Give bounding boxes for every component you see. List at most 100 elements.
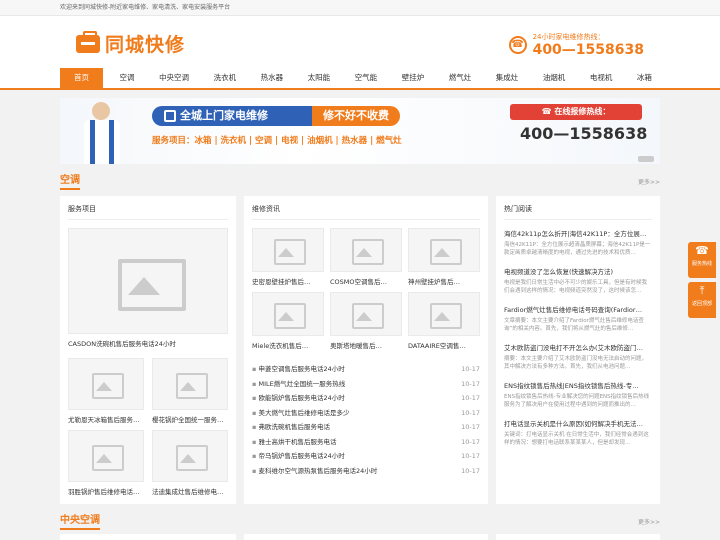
image-placeholder-icon: [330, 228, 402, 272]
hot-article-title: 艾木欧防盗门没电打不开怎么办(艾木欧防盗门…: [504, 344, 644, 352]
image-placeholder-icon: [252, 228, 324, 272]
news-title: MILE燃气灶全国统一服务热线: [252, 377, 442, 392]
image-placeholder-icon: [68, 430, 144, 482]
hot-article[interactable]: ENS指纹锁售后热线|ENS指纹锁售后热线-专… ENS指纹锁售后热线-专业解决…: [504, 380, 652, 409]
banner-tel-number: 400—1558638: [520, 124, 648, 143]
image-placeholder-icon: [330, 292, 402, 336]
nav-item-air-energy[interactable]: 空气能: [347, 68, 386, 88]
hot-article-desc: ENS指纹锁售后热线-专业解决您的问题ENS指纹锁售后热线服务为了解决用户在使用…: [504, 394, 650, 408]
service-item[interactable]: 法迪集成灶售后维修电…: [152, 430, 228, 496]
hot-article[interactable]: 海信42k11p怎么折开|海信42K11P：全方位展… 海信42K11P：全方位…: [504, 228, 652, 257]
section-central-aircon-header: 中央空调 更多>>: [60, 512, 660, 530]
hot-article[interactable]: Fardior燃气灶售后维修电话号码查询(Fardior… 文章摘要：本文主要介…: [504, 304, 652, 333]
main-nav: 首页 空调 中央空调 洗衣机 热水器 太阳能 空气能 壁挂炉 燃气灶 集成灶 油…: [0, 68, 720, 90]
news-card-caption: DATAAIRE空调售…: [408, 342, 466, 350]
image-placeholder-icon: [68, 358, 144, 410]
service-item-caption: 樱花锅炉全国统一服务…: [152, 416, 224, 424]
news-title: 弗欧洗碗机售后服务电话: [252, 420, 442, 435]
banner-services: 服务项目：冰箱 | 洗衣机 | 空调 | 电视 | 油烟机 | 热水器 | 燃气…: [152, 136, 402, 146]
nav-item-fridge[interactable]: 冰箱: [629, 68, 660, 88]
site-logo[interactable]: 同城快修: [76, 30, 185, 57]
news-date: 10-17: [461, 365, 480, 373]
hot-article[interactable]: 电视频道没了怎么恢复(快速解决方法) 电视是我们日常生活中必不可少的娱乐工具，但…: [504, 266, 652, 295]
nav-item-gas-stove[interactable]: 燃气灶: [441, 68, 480, 88]
list-item[interactable]: 弗欧洗碗机售后服务电话 10-17: [252, 420, 480, 435]
floating-sidebar: ☎ 服务热线 ⤒ 返回顶部: [688, 242, 716, 322]
hot-article-title: 打电话显示关机是什么原因(如何解决手机无法…: [504, 420, 644, 428]
list-item[interactable]: MILE燃气灶全国统一服务热线 10-17: [252, 377, 480, 392]
more-link[interactable]: 更多>>: [638, 517, 660, 530]
news-card[interactable]: 奥斯塔地暖售后…: [330, 292, 402, 350]
news-card-caption: 神州壁挂炉售后…: [408, 278, 460, 286]
news-card[interactable]: DATAAIRE空调售…: [408, 292, 480, 350]
section-aircon-content: 服务项目 CASDON洗碗机售后服务电话24小时 尤勒恩天冰箱售后服务… 樱花锅…: [60, 196, 660, 504]
house-icon: [164, 110, 176, 122]
image-placeholder-icon: [252, 292, 324, 336]
section-aircon-header: 空调 更多>>: [60, 164, 660, 190]
hot-reading-panel: 热门阅读 海信42k11p怎么折开|海信42K11P：全方位展… 海信42K11…: [496, 196, 660, 504]
news-title: 麦科维尔空气源热泵售后服务电话24小时: [252, 464, 442, 479]
news-card[interactable]: Miele洗衣机售后…: [252, 292, 324, 350]
repair-news-panel: 维修资讯 史密恩壁挂炉售后… COSMO空调售后… 神州壁挂炉售后… Miele…: [244, 196, 488, 504]
service-item-caption: 尤勒恩天冰箱售后服务…: [68, 416, 140, 424]
list-item[interactable]: 欧能锅炉售后服务电话24小时 10-17: [252, 391, 480, 406]
news-title: 美大燃气灶售后维修电话是多少: [252, 406, 442, 421]
hotline-float-button[interactable]: ☎ 服务热线: [688, 242, 716, 278]
image-placeholder-icon: [408, 292, 480, 336]
list-item[interactable]: 雅士高烘干机售后服务电话 10-17: [252, 435, 480, 450]
hot-article-desc: 文章摘要：本文主要介绍了Fardior燃气灶售后维修电话查询”的相关内容。首先，…: [504, 318, 644, 332]
news-card[interactable]: 史密恩壁挂炉售后…: [252, 228, 324, 286]
list-item[interactable]: 麦科维尔空气源热泵售后服务电话24小时 10-17: [252, 464, 480, 479]
list-item[interactable]: 美大燃气灶售后维修电话是多少 10-17: [252, 406, 480, 421]
list-item[interactable]: 申菱空调售后服务电话24小时 10-17: [252, 362, 480, 377]
image-placeholder-icon: [408, 228, 480, 272]
nav-item-home[interactable]: 首页: [60, 68, 103, 88]
news-card[interactable]: COSMO空调售后…: [330, 228, 402, 286]
hot-article-desc: 电视是我们日常生活中必不可少的娱乐工具，但是有时候我们会遇到这样的情况：电视频道…: [504, 280, 648, 294]
nav-item-aircon[interactable]: 空调: [112, 68, 143, 88]
nav-item-integrated-stove[interactable]: 集成灶: [488, 68, 527, 88]
nav-item-central-aircon[interactable]: 中央空调: [151, 68, 197, 88]
news-card-caption: 史密恩壁挂炉售后…: [252, 278, 311, 286]
logo-text: 同城快修: [105, 34, 186, 56]
hot-article[interactable]: 艾木欧防盗门没电打不开怎么办(艾木欧防盗门… 摘要：本文主要介绍了艾木欧防盗门没…: [504, 342, 652, 371]
news-card-caption: Miele洗衣机售后…: [252, 342, 309, 350]
news-date: 10-17: [461, 379, 480, 388]
hot-article-title: 电视频道没了怎么恢复(快速解决方法): [504, 268, 614, 276]
banner-pager[interactable]: [638, 156, 654, 162]
panel-title: 热门阅读: [504, 204, 652, 220]
phone-icon: ☎: [508, 36, 527, 54]
hot-article[interactable]: 打电话显示关机是什么原因(如何解决手机无法… 关键词：打电话显示关机 在日常生活…: [504, 418, 652, 447]
float-label: 服务热线: [691, 261, 712, 267]
banner-title: 全城上门家电维修: [152, 106, 312, 126]
hot-article-title: Fardior燃气灶售后维修电话号码查询(Fardior…: [504, 306, 643, 314]
news-card-caption: 奥斯塔地暖售后…: [330, 342, 382, 350]
news-card[interactable]: 神州壁挂炉售后…: [408, 228, 480, 286]
more-link[interactable]: 更多>>: [638, 177, 660, 190]
news-date: 10-17: [461, 423, 480, 431]
nav-item-range-hood[interactable]: 油烟机: [535, 68, 574, 88]
promo-banner[interactable]: 全城上门家电维修 修不好不收费 服务项目：冰箱 | 洗衣机 | 空调 | 电视 …: [60, 98, 660, 164]
image-placeholder-icon[interactable]: [68, 228, 228, 334]
nav-item-wall-boiler[interactable]: 壁挂炉: [394, 68, 433, 88]
top-welcome-bar: 欢迎来到同城快修-附近家电维修、家电清洗、家电安装服务平台: [0, 0, 720, 16]
hot-article-title: ENS指纹锁售后热线|ENS指纹锁售后热线-专…: [504, 382, 639, 390]
hot-article-title: 海信42k11p怎么折开|海信42K11P：全方位展…: [504, 230, 647, 238]
nav-item-washer[interactable]: 洗衣机: [206, 68, 245, 88]
service-item[interactable]: 羽胜锅炉售后维修电话…: [68, 430, 144, 496]
service-item[interactable]: 尤勒恩天冰箱售后服务…: [68, 358, 144, 424]
service-item-caption: 羽胜锅炉售后维修电话…: [68, 488, 140, 496]
welcome-text: 欢迎来到同城快修-附近家电维修、家电清洗、家电安装服务平台: [60, 4, 231, 11]
list-item[interactable]: 帝马锅炉售后服务电话24小时 10-17: [252, 449, 480, 464]
nav-item-solar[interactable]: 太阳能: [300, 68, 339, 88]
panel-title: 维修资讯: [252, 204, 480, 220]
image-placeholder-icon: [152, 358, 228, 410]
news-date: 10-17: [461, 466, 480, 475]
news-title: 雅士高烘干机售后服务电话: [252, 435, 442, 450]
featured-caption[interactable]: CASDON洗碗机售后服务电话24小时: [68, 338, 228, 348]
news-title: 欧能锅炉售后服务电话24小时: [252, 391, 442, 406]
nav-item-tv[interactable]: 电视机: [582, 68, 621, 88]
back-to-top-button[interactable]: ⤒ 返回顶部: [688, 282, 716, 318]
nav-item-water-heater[interactable]: 热水器: [253, 68, 292, 88]
service-item[interactable]: 樱花锅炉全国统一服务…: [152, 358, 228, 424]
